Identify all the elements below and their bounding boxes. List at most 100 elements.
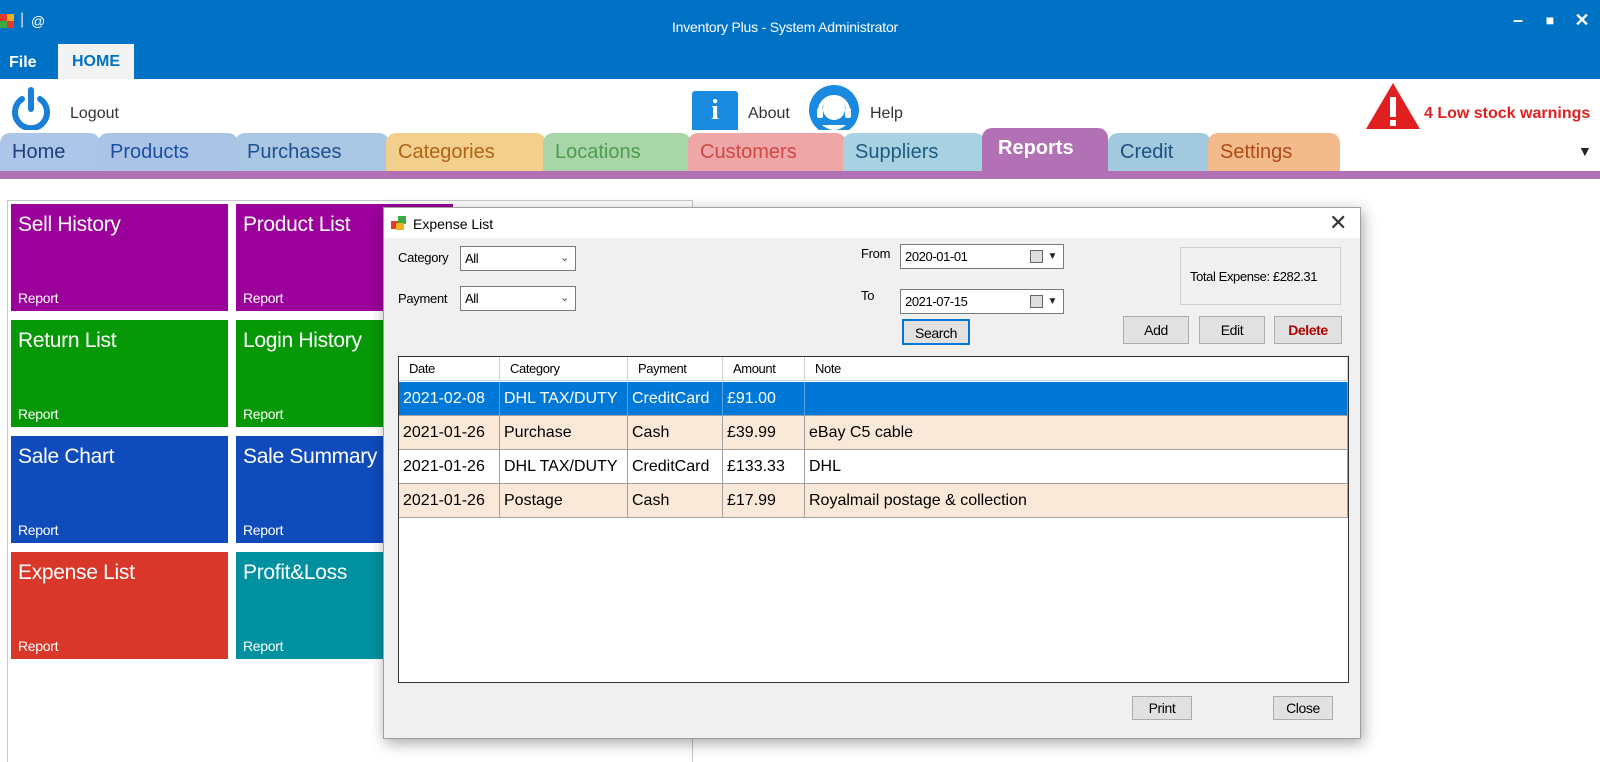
total-expense-box: Total Expense: £282.31 bbox=[1180, 247, 1341, 305]
nav-tab-settings[interactable]: Settings bbox=[1208, 133, 1340, 171]
tile-title: Sell History bbox=[18, 213, 121, 236]
report-tile-sell-history[interactable]: Sell History Report bbox=[11, 204, 228, 311]
cell-note bbox=[805, 382, 1348, 416]
delete-button[interactable]: Delete bbox=[1274, 316, 1342, 344]
dialog-close-icon[interactable]: ✕ bbox=[1329, 210, 1347, 236]
report-tile-sale-chart[interactable]: Sale Chart Report bbox=[11, 436, 228, 543]
payment-select[interactable]: All ⌄ bbox=[460, 286, 576, 311]
table-row[interactable]: 2021-02-08 DHL TAX/DUTY CreditCard £91.00 bbox=[399, 382, 1348, 416]
title-bar: | @ Inventory Plus - System Administrato… bbox=[0, 0, 1600, 44]
report-tile-return-list[interactable]: Return List Report bbox=[11, 320, 228, 427]
tile-title: Product List bbox=[243, 213, 351, 236]
chevron-down-icon: ▼ bbox=[1047, 251, 1058, 262]
category-select[interactable]: All ⌄ bbox=[460, 246, 576, 271]
maximize-button[interactable]: ■ bbox=[1538, 12, 1562, 28]
ribbon-toolbar: Logout i About Help 4 Low stock warnings bbox=[0, 79, 1600, 135]
tile-subtitle: Report bbox=[18, 522, 59, 538]
file-tab[interactable]: File bbox=[9, 54, 37, 72]
headset-icon[interactable] bbox=[806, 85, 862, 135]
tile-title: Login History bbox=[243, 329, 362, 352]
logout-button[interactable]: Logout bbox=[70, 105, 119, 123]
nav-tab-customers[interactable]: Customers bbox=[688, 133, 846, 171]
print-button[interactable]: Print bbox=[1132, 696, 1192, 720]
cell-amount: £17.99 bbox=[723, 484, 805, 518]
cell-category: DHL TAX/DUTY bbox=[500, 450, 628, 484]
power-icon[interactable] bbox=[8, 87, 54, 133]
to-date-picker[interactable]: 2021-07-15 ▼ bbox=[900, 289, 1064, 314]
column-header-payment[interactable]: Payment bbox=[628, 357, 723, 381]
search-button[interactable]: Search bbox=[902, 319, 970, 345]
column-header-date[interactable]: Date bbox=[399, 357, 500, 381]
calendar-icon bbox=[1030, 295, 1043, 308]
nav-tab-credit[interactable]: Credit bbox=[1108, 133, 1211, 171]
tile-subtitle: Report bbox=[18, 406, 59, 422]
dialog-title-bar: Expense List ✕ bbox=[384, 208, 1360, 238]
nav-tab-categories[interactable]: Categories bbox=[386, 133, 546, 171]
cell-note: eBay C5 cable bbox=[805, 416, 1348, 450]
from-label: From bbox=[861, 246, 891, 261]
tile-subtitle: Report bbox=[243, 290, 284, 306]
cell-payment: CreditCard bbox=[628, 382, 723, 416]
table-row[interactable]: 2021-01-26 DHL TAX/DUTY CreditCard £133.33 D… bbox=[399, 450, 1348, 484]
cell-category: DHL TAX/DUTY bbox=[500, 382, 628, 416]
cell-date: 2021-01-26 bbox=[399, 416, 500, 450]
cell-note: DHL bbox=[805, 450, 1348, 484]
close-window-button[interactable]: ✕ bbox=[1570, 10, 1594, 31]
table-row[interactable]: 2021-01-26 Purchase Cash £39.99 eBay C5 cabl… bbox=[399, 416, 1348, 450]
payment-label: Payment bbox=[398, 291, 448, 306]
boxes-icon bbox=[391, 216, 406, 230]
tile-title: Profit&Loss bbox=[243, 561, 348, 584]
minimize-button[interactable]: – bbox=[1506, 10, 1530, 31]
cell-amount: £39.99 bbox=[723, 416, 805, 450]
cell-amount: £91.00 bbox=[723, 382, 805, 416]
cell-payment: CreditCard bbox=[628, 450, 723, 484]
category-label: Category bbox=[398, 250, 449, 265]
column-header-note[interactable]: Note bbox=[805, 357, 1348, 381]
add-button[interactable]: Add bbox=[1123, 316, 1189, 344]
cell-note: Royalmail postage & collection bbox=[805, 484, 1348, 518]
tile-subtitle: Report bbox=[18, 290, 59, 306]
cell-category: Postage bbox=[500, 484, 628, 518]
home-ribbon-tab[interactable]: HOME bbox=[58, 44, 134, 79]
grid-header: Date Category Payment Amount Note bbox=[399, 357, 1348, 381]
nav-tab-home[interactable]: Home bbox=[0, 133, 100, 171]
report-tile-expense-list[interactable]: Expense List Report bbox=[11, 552, 228, 659]
help-button[interactable]: Help bbox=[870, 105, 903, 123]
calendar-icon bbox=[1030, 250, 1043, 263]
chevron-down-icon: ⌄ bbox=[560, 252, 569, 264]
nav-overflow-dropdown-icon[interactable]: ▼ bbox=[1578, 143, 1592, 159]
tile-title: Expense List bbox=[18, 561, 135, 584]
nav-tab-products[interactable]: Products bbox=[98, 133, 238, 171]
cell-payment: Cash bbox=[628, 416, 723, 450]
expense-grid[interactable]: Date Category Payment Amount Note 2021-02-08… bbox=[398, 356, 1349, 683]
column-header-amount[interactable]: Amount bbox=[723, 357, 805, 381]
about-button[interactable]: About bbox=[748, 105, 790, 123]
cell-payment: Cash bbox=[628, 484, 723, 518]
edit-button[interactable]: Edit bbox=[1199, 316, 1265, 344]
cell-amount: £133.33 bbox=[723, 450, 805, 484]
dialog-title: Expense List bbox=[413, 216, 494, 232]
total-expense-value: Total Expense: £282.31 bbox=[1190, 269, 1318, 284]
payment-select-value: All bbox=[465, 291, 479, 306]
app-window: | @ Inventory Plus - System Administrato… bbox=[0, 0, 1600, 762]
to-date-value: 2021-07-15 bbox=[905, 294, 968, 309]
ribbon-tab-bar: File HOME bbox=[0, 44, 1600, 79]
nav-tab-reports[interactable]: Reports bbox=[982, 128, 1108, 171]
info-icon[interactable]: i bbox=[692, 91, 738, 133]
tile-title: Sale Summary bbox=[243, 445, 378, 468]
from-date-picker[interactable]: 2020-01-01 ▼ bbox=[900, 244, 1064, 269]
window-title: Inventory Plus - System Administrator bbox=[671, 19, 898, 35]
low-stock-warning-link[interactable]: 4 Low stock warnings bbox=[1424, 105, 1590, 123]
nav-tab-locations[interactable]: Locations bbox=[543, 133, 691, 171]
category-select-value: All bbox=[465, 251, 479, 266]
cell-date: 2021-01-26 bbox=[399, 450, 500, 484]
tile-title: Return List bbox=[18, 329, 117, 352]
tile-subtitle: Report bbox=[243, 406, 284, 422]
nav-tab-suppliers[interactable]: Suppliers bbox=[843, 133, 985, 171]
close-button[interactable]: Close bbox=[1273, 696, 1333, 720]
nav-tab-purchases[interactable]: Purchases bbox=[235, 133, 389, 171]
column-header-category[interactable]: Category bbox=[500, 357, 628, 381]
from-date-value: 2020-01-01 bbox=[905, 249, 968, 264]
warning-icon[interactable] bbox=[1365, 82, 1421, 130]
table-row[interactable]: 2021-01-26 Postage Cash £17.99 Royalmail pos… bbox=[399, 484, 1348, 518]
